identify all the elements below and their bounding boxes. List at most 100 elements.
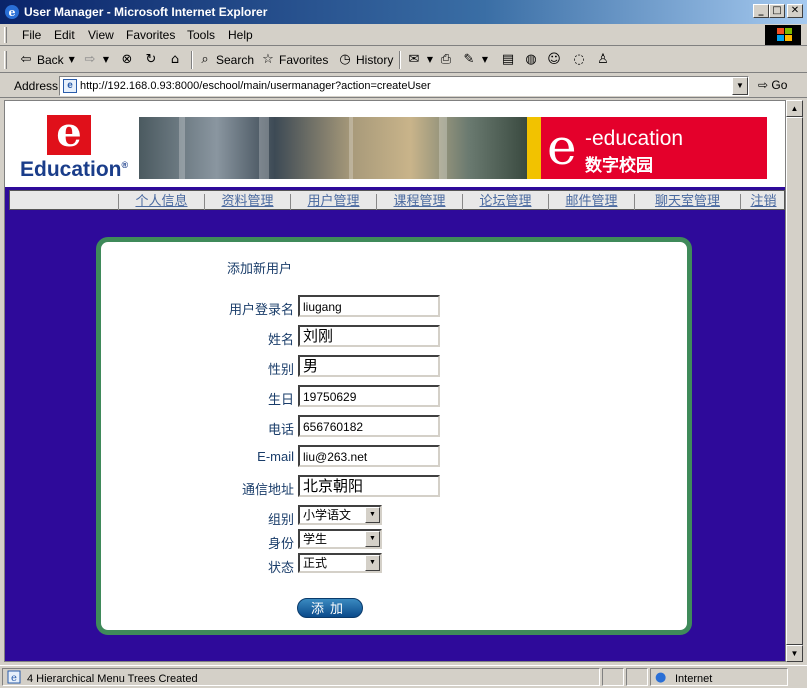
discuss-button[interactable]: ▤ xyxy=(500,52,516,68)
address-dropdown-icon[interactable]: ▼ xyxy=(732,77,748,95)
history-label: History xyxy=(356,53,394,67)
name-label: 姓名 xyxy=(267,332,294,347)
address-label: Address xyxy=(14,79,59,93)
stop-button[interactable]: ⊗ xyxy=(119,52,135,68)
username-label: 用户登录名 xyxy=(228,302,294,317)
ie-icon: e xyxy=(5,5,19,19)
chat-button[interactable]: ◌ xyxy=(571,52,587,68)
edit-button[interactable]: ✎ ▼ xyxy=(461,52,490,68)
edit-dropdown-icon[interactable]: ▼ xyxy=(480,52,490,68)
forward-button[interactable]: ⇨ ▼ xyxy=(82,52,111,68)
menu-grip xyxy=(4,27,7,43)
nav-courses[interactable]: 课程管理 xyxy=(376,194,462,210)
print-button[interactable]: ⎙ xyxy=(438,52,454,68)
brand-e-icon: e xyxy=(547,118,577,176)
education-logo-label: Education xyxy=(20,158,122,181)
back-arrow-icon: ⇦ xyxy=(20,52,32,67)
scroll-thumb[interactable] xyxy=(786,117,803,645)
form-row-role: 身份 学生 ▼ xyxy=(101,529,697,553)
back-label: Back xyxy=(37,53,64,67)
mail-dropdown-icon[interactable]: ▼ xyxy=(425,52,435,68)
print-icon: ⎙ xyxy=(440,52,452,67)
chevron-down-icon[interactable]: ▼ xyxy=(365,531,380,547)
page-status-icon: e xyxy=(7,670,21,684)
chevron-down-icon[interactable]: ▼ xyxy=(365,555,380,571)
add-user-button[interactable]: 添加 xyxy=(297,598,363,618)
status-section-blank xyxy=(602,668,624,686)
gender-label: 性别 xyxy=(267,362,294,377)
menu-bar: File Edit View Favorites Tools Help xyxy=(0,24,807,46)
title-bar: e User Manager - Microsoft Internet Expl… xyxy=(0,0,807,24)
user-icon: ♙ xyxy=(597,52,609,67)
brand-chinese: 数字校园 xyxy=(585,156,653,175)
nav-users[interactable]: 用户管理 xyxy=(290,194,376,210)
page-banner: e Education® e -education 数字校园 xyxy=(5,101,785,187)
back-dropdown-icon[interactable]: ▼ xyxy=(67,52,77,68)
messenger-icon: ☺ xyxy=(547,52,561,67)
minimize-button[interactable]: _ xyxy=(753,4,769,18)
email-label: E-mail xyxy=(257,449,294,464)
refresh-button[interactable]: ↻ xyxy=(143,52,159,68)
group-select[interactable]: 小学语文 ▼ xyxy=(298,505,382,525)
education-logo-icon: e xyxy=(47,113,91,155)
form-row-email: E-mail liu@263.net xyxy=(101,445,697,469)
status-text: 4 Hierarchical Menu Trees Created xyxy=(27,673,198,685)
menu-help[interactable]: Help xyxy=(228,28,253,42)
name-field[interactable]: 刘刚 xyxy=(298,325,440,347)
role-select[interactable]: 学生 ▼ xyxy=(298,529,382,549)
back-button[interactable]: ⇦ Back ▼ xyxy=(18,52,77,68)
menu-view[interactable]: View xyxy=(88,28,114,42)
mail-button[interactable]: ✉ ▼ xyxy=(406,52,435,68)
group-label: 组别 xyxy=(267,512,294,527)
menu-file[interactable]: File xyxy=(22,28,41,42)
nav-forums[interactable]: 论坛管理 xyxy=(462,194,548,210)
home-button[interactable]: ⌂ xyxy=(167,52,183,68)
search-button[interactable]: ⌕ Search xyxy=(197,52,254,68)
edit-icon: ✎ xyxy=(463,52,475,67)
research-button[interactable]: ◍ xyxy=(523,52,539,68)
status-bar: e 4 Hierarchical Menu Trees Created ● In… xyxy=(0,665,807,688)
zone-text: Internet xyxy=(675,673,713,685)
chevron-down-icon[interactable]: ▼ xyxy=(365,507,380,523)
favorites-button[interactable]: ☆ Favorites xyxy=(260,52,328,68)
toolbar-separator xyxy=(399,51,401,69)
address-url: http://192.168.0.93:8000/eschool/main/us… xyxy=(80,80,431,92)
username-field[interactable]: liugang xyxy=(298,295,440,317)
scroll-up-icon[interactable]: ▲ xyxy=(786,100,803,117)
form-row-birthday: 生日 19750629 xyxy=(101,385,697,409)
birthday-field[interactable]: 19750629 xyxy=(298,385,440,407)
scroll-down-icon[interactable]: ▼ xyxy=(786,645,803,662)
address-field[interactable]: 北京朝阳 xyxy=(298,475,440,497)
phone-field[interactable]: 656760182 xyxy=(298,415,440,437)
maximize-button[interactable]: □ xyxy=(769,4,785,18)
birthday-label: 生日 xyxy=(267,392,294,407)
nav-chatroom[interactable]: 聊天室管理 xyxy=(634,194,740,210)
close-button[interactable]: ✕ xyxy=(787,4,803,18)
gender-field[interactable]: 男 xyxy=(298,355,440,377)
discuss-icon: ▤ xyxy=(501,52,515,67)
nav-logout[interactable]: 注销 xyxy=(740,194,785,210)
history-button[interactable]: ◷ History xyxy=(337,52,393,68)
status-select[interactable]: 正式 ▼ xyxy=(298,553,382,573)
menu-edit[interactable]: Edit xyxy=(54,28,75,42)
nav-personal-info[interactable]: 个人信息 xyxy=(118,194,204,210)
messenger-button[interactable]: ☺ xyxy=(546,52,562,68)
form-row-username: 用户登录名 liugang xyxy=(101,295,697,319)
group-value: 小学语文 xyxy=(303,508,352,522)
forward-dropdown-icon[interactable]: ▼ xyxy=(101,52,111,68)
menu-tools[interactable]: Tools xyxy=(187,28,215,42)
address-input[interactable]: e http://192.168.0.93:8000/eschool/main/… xyxy=(59,76,749,96)
nav-materials[interactable]: 资料管理 xyxy=(204,194,290,210)
go-button[interactable]: ⇨ Go xyxy=(758,78,787,92)
form-row-phone: 电话 656760182 xyxy=(101,415,697,439)
role-label: 身份 xyxy=(267,536,294,551)
user-button[interactable]: ♙ xyxy=(595,52,611,68)
phone-label: 电话 xyxy=(267,422,294,437)
menu-favorites[interactable]: Favorites xyxy=(126,28,175,42)
education-logo-text: Education® xyxy=(20,158,129,181)
windows-logo-icon xyxy=(765,25,801,45)
nav-mail[interactable]: 邮件管理 xyxy=(548,194,634,210)
favorites-label: Favorites xyxy=(279,53,329,67)
vertical-scrollbar[interactable]: ▲ ▼ xyxy=(786,100,803,662)
email-field[interactable]: liu@263.net xyxy=(298,445,440,467)
